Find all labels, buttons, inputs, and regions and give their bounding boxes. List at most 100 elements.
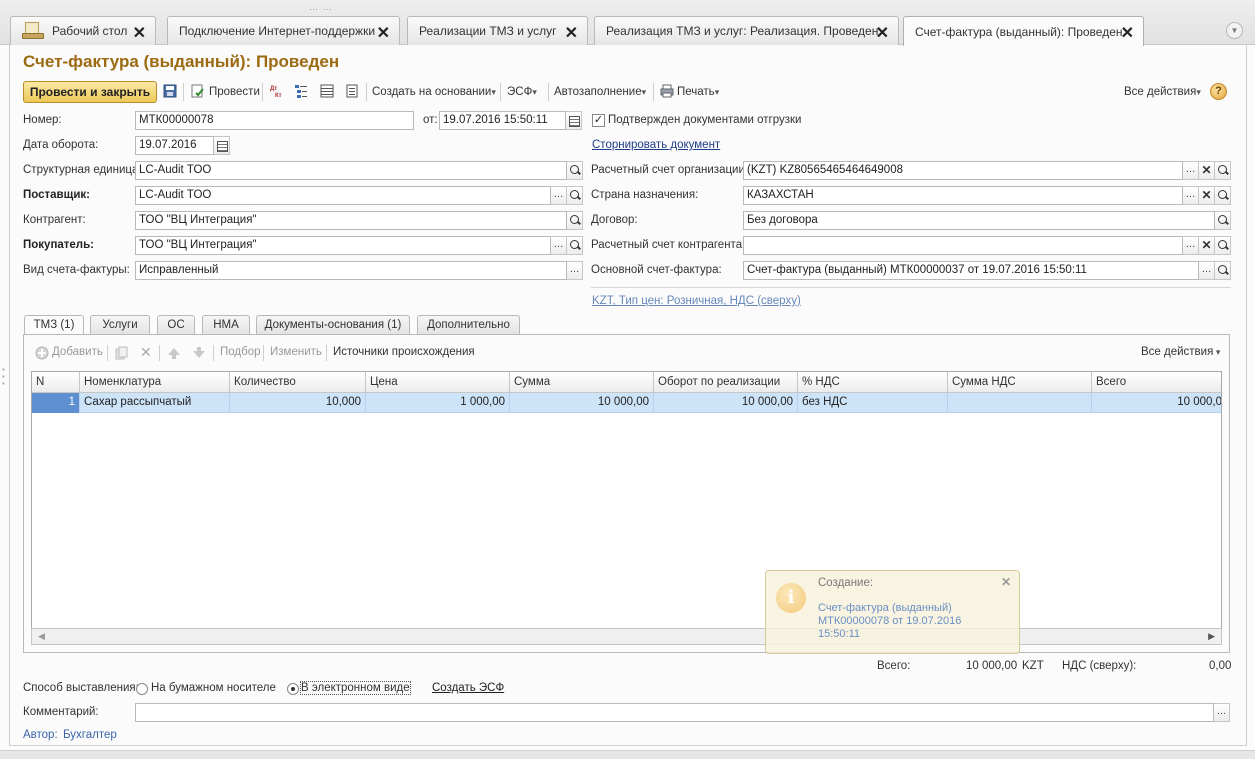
clear-icon[interactable]: ✕ [1199,186,1215,205]
create-esf-link[interactable]: Создать ЭСФ [432,682,504,694]
scroll-right-icon[interactable]: ▶ [1208,631,1215,642]
select-button[interactable]: … [1214,703,1230,722]
edit-button[interactable]: Изменить [270,346,322,358]
column-header[interactable]: N [32,372,80,393]
search-icon[interactable] [567,236,583,255]
select-items-button[interactable]: Подбор [220,346,261,358]
select-button[interactable]: … [1183,161,1199,180]
close-icon[interactable]: ✕ [565,23,578,43]
reverse-document-link[interactable]: Сторнировать документ [592,139,720,151]
table-all-actions-menu[interactable]: Все действия [1141,346,1220,358]
tab-sales-list[interactable]: Реализации ТМЗ и услуг ✕ [407,16,588,45]
search-icon[interactable] [1215,236,1231,255]
select-button[interactable]: … [1183,236,1199,255]
close-icon[interactable]: ✕ [1121,23,1134,43]
cell-item[interactable]: Сахар рассыпчатый [80,393,230,413]
calendar-icon[interactable] [214,136,230,155]
tabs-menu-button[interactable]: ▼ [1226,22,1243,39]
counterparty-field[interactable]: ТОО "ВЦ Интеграция" [135,211,567,230]
save-icon[interactable] [163,84,177,98]
search-icon[interactable] [1215,161,1231,180]
electronic-option-label[interactable]: В электронном виде [300,681,411,695]
all-actions-menu[interactable]: Все действия [1124,81,1201,103]
drag-grip[interactable]: ⋯ ⋯ [309,4,333,15]
move-down-icon[interactable] [192,346,206,360]
tab-services[interactable]: Услуги [90,315,150,335]
cell-turnover[interactable]: 10 000,00 [654,393,798,413]
base-invoice-field[interactable]: Счет-фактура (выданный) МТК00000037 от 1… [743,261,1199,280]
search-icon[interactable] [567,211,583,230]
cell-vat-sum[interactable] [948,393,1092,413]
buyer-field[interactable]: ТОО "ВЦ Интеграция" [135,236,551,255]
clear-icon[interactable]: ✕ [1199,236,1215,255]
print-menu[interactable]: Печать [677,81,719,103]
column-header[interactable]: % НДС [798,372,948,393]
invoice-type-field[interactable]: Исправленный [135,261,567,280]
cell-total[interactable]: 10 000,0 [1092,393,1221,413]
structure-icon[interactable] [294,84,308,98]
author-link[interactable]: Бухгалтер [63,729,117,741]
turnover-date-field[interactable]: 19.07.2016 [135,136,214,155]
column-header[interactable]: Сумма [510,372,654,393]
tab-intangibles[interactable]: НМА [202,315,250,335]
select-button[interactable]: … [567,261,583,280]
contract-field[interactable]: Без договора [743,211,1215,230]
scroll-left-icon[interactable]: ◀ [38,631,45,642]
cell-number[interactable]: 1 [32,393,80,413]
document-icon[interactable] [345,84,359,98]
add-row-button[interactable]: Добавить [52,346,103,358]
cell-sum[interactable]: 10 000,00 [510,393,654,413]
tab-internet-support[interactable]: Подключение Интернет-поддержки ✕ [167,16,400,45]
electronic-radio[interactable] [287,683,299,695]
tab-additional[interactable]: Дополнительно [417,315,520,335]
search-icon[interactable] [1215,186,1231,205]
cell-quantity[interactable]: 10,000 [230,393,366,413]
country-field[interactable]: КАЗАХСТАН [743,186,1183,205]
select-button[interactable]: … [551,236,567,255]
paper-option-label[interactable]: На бумажном носителе [151,682,276,694]
side-grip[interactable]: ▪ ▪ ▪ [2,366,5,388]
move-up-icon[interactable] [167,346,181,360]
column-header[interactable]: Сумма НДС [948,372,1092,393]
cell-vat-rate[interactable]: без НДС [798,393,948,413]
supplier-field[interactable]: LC-Audit ТОО [135,186,551,205]
search-icon[interactable] [1215,261,1231,280]
esf-menu[interactable]: ЭСФ [507,81,537,103]
tab-desktop[interactable]: Рабочий стол ✕ [10,16,156,45]
dt-kt-icon[interactable]: ДтКт [270,84,284,98]
clear-icon[interactable]: ✕ [1199,161,1215,180]
close-icon[interactable]: ✕ [133,23,146,43]
number-field[interactable]: МТК00000078 [135,111,414,130]
column-header[interactable]: Количество [230,372,366,393]
delete-icon[interactable]: ✕ [140,344,152,361]
autofill-menu[interactable]: Автозаполнение [554,81,646,103]
tab-goods[interactable]: ТМЗ (1) [24,315,84,336]
search-icon[interactable] [567,186,583,205]
sources-button[interactable]: Источники происхождения [333,346,475,358]
help-button[interactable]: ? [1210,83,1227,100]
search-icon[interactable] [1215,211,1231,230]
counterparty-account-field[interactable] [743,236,1183,255]
select-button[interactable]: … [1183,186,1199,205]
confirmed-checkbox[interactable]: ✓ [592,114,605,127]
date-field[interactable]: 19.07.2016 15:50:11 [439,111,566,130]
comment-field[interactable] [135,703,1214,722]
paper-radio[interactable] [136,683,148,695]
struct-unit-field[interactable]: LC-Audit ТОО [135,161,567,180]
copy-icon[interactable] [115,346,129,360]
price-settings-link[interactable]: KZT, Тип цен: Розничная, НДС (сверху) [592,295,801,307]
tab-base-documents[interactable]: Документы-основания (1) [256,315,410,335]
select-button[interactable]: … [551,186,567,205]
notification-link[interactable]: Счет-фактура (выданный) МТК00000078 от 1… [818,602,993,641]
calendar-icon[interactable] [566,111,582,130]
tab-fixed-assets[interactable]: ОС [157,315,195,335]
close-icon[interactable]: ✕ [377,23,390,43]
close-icon[interactable]: ✕ [1001,575,1011,589]
select-button[interactable]: … [1199,261,1215,280]
org-account-field[interactable]: (KZT) KZ80565465464649008 [743,161,1183,180]
search-icon[interactable] [567,161,583,180]
tab-invoice[interactable]: Счет-фактура (выданный): Проведен ✕ [903,16,1144,46]
column-header[interactable]: Всего [1092,372,1221,393]
column-header[interactable]: Оборот по реализации [654,372,798,393]
column-header[interactable]: Номенклатура [80,372,230,393]
